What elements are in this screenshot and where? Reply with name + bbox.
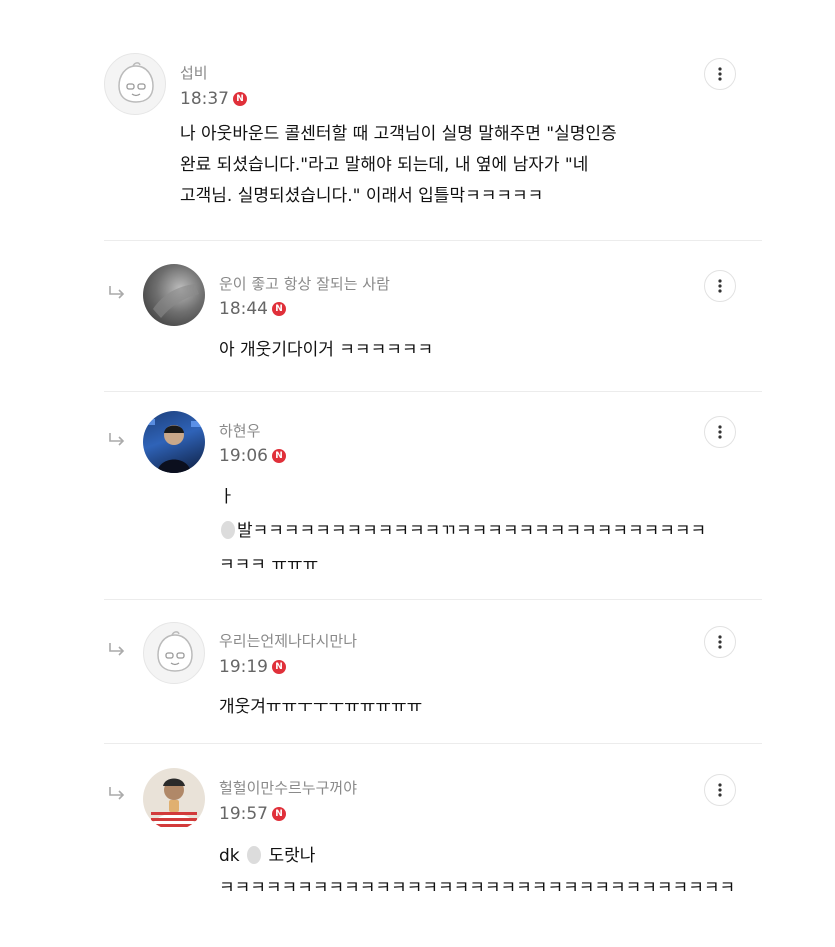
vertical-dots-icon xyxy=(718,635,722,649)
comment-text: dk 도랏나 ㅋㅋㅋㅋㅋㅋㅋㅋㅋㅋㅋㅋㅋㅋㅋㅋㅋㅋㅋㅋㅋㅋㅋㅋㅋㅋㅋㅋㅋㅋㅋㅋㅋ xyxy=(219,840,735,904)
vertical-dots-icon xyxy=(718,279,722,293)
avatar[interactable] xyxy=(104,53,166,115)
comment-time: 19:19 xyxy=(219,657,268,677)
comment-line: dk 도랏나 xyxy=(219,846,316,866)
photo-avatar-dark xyxy=(153,284,199,318)
comment-time: 19:06 xyxy=(219,446,268,466)
more-options-button[interactable] xyxy=(704,58,736,90)
avatar[interactable] xyxy=(143,411,205,473)
comment-meta: 19:06 N xyxy=(219,446,286,466)
new-badge: N xyxy=(272,807,286,821)
comment-text: 개웃겨ㅠㅠㅜㅜㅜㅠㅠㅠㅠㅠ xyxy=(219,692,422,723)
vertical-dots-icon xyxy=(718,67,722,81)
comment-line: ㅋㅋㅋㅋㅋㅋㅋㅋㅋㅋㅋㅋㅋㅋㅋㅋㅋㅋㅋㅋㅋㅋㅋㅋㅋㅋㅋㅋㅋㅋㅋㅋㅋ xyxy=(219,878,736,898)
comment-text: ㅏ 발ㅋㅋㅋㅋㅋㅋㅋㅋㅋㅋㅋㅋㄲㅋㅋㅋㅋㅋㅋㅋㅋㅋㅋㅋㅋㅋㅋㅋㅋ ㅋㅋㅋ ㅠㅠㅠ xyxy=(219,480,706,582)
comment-line: ㅋㅋㅋ ㅠㅠㅠ xyxy=(219,555,319,575)
reply-item: 헐헐이만수르누구꺼야 19:57 N dk 도랏나 ㅋㅋㅋㅋㅋㅋㅋㅋㅋㅋㅋㅋㅋㅋ… xyxy=(0,744,835,944)
comment-item: 섭비 18:37 N 나 아웃바운드 콜센터할 때 고객님이 실명 말해주면 "… xyxy=(0,0,835,240)
more-options-button[interactable] xyxy=(704,774,736,806)
comment-line: 발ㅋㅋㅋㅋㅋㅋㅋㅋㅋㅋㅋㅋㄲㅋㅋㅋㅋㅋㅋㅋㅋㅋㅋㅋㅋㅋㅋㅋㅋ xyxy=(219,514,706,548)
comment-author[interactable]: 하현우 xyxy=(219,420,260,441)
reply-arrow-icon xyxy=(109,433,125,446)
comment-author[interactable]: 헐헐이만수르누구꺼야 xyxy=(219,777,357,798)
comment-line: ㅏ xyxy=(219,487,235,507)
more-options-button[interactable] xyxy=(704,416,736,448)
comment-author[interactable]: 섭비 xyxy=(180,62,208,83)
comment-line: 개웃겨ㅠㅠㅜㅜㅜㅠㅠㅠㅠㅠ xyxy=(219,697,423,717)
reply-item: 운이 좋고 항상 잘되는 사람 18:44 N 아 개웃기다이거 ㅋㅋㅋㅋㅋㅋ xyxy=(0,241,835,391)
comment-text: 아 개웃기다이거 ㅋㅋㅋㅋㅋㅋ xyxy=(219,335,433,366)
avatar[interactable] xyxy=(143,264,205,326)
photo-avatar-blue xyxy=(145,419,203,473)
comment-meta: 19:19 N xyxy=(219,657,286,677)
new-badge: N xyxy=(233,92,247,106)
photo-avatar-striped xyxy=(151,778,197,830)
comment-author[interactable]: 운이 좋고 항상 잘되는 사람 xyxy=(219,273,390,294)
comment-time: 19:57 xyxy=(219,804,268,824)
reply-arrow-icon xyxy=(109,787,125,800)
blurred-text xyxy=(221,521,235,539)
mascot-avatar-icon xyxy=(157,631,193,672)
comment-time: 18:37 xyxy=(180,89,229,109)
new-badge: N xyxy=(272,660,286,674)
more-options-button[interactable] xyxy=(704,626,736,658)
comment-line: 아 개웃기다이거 ㅋㅋㅋㅋㅋㅋ xyxy=(219,340,434,360)
comment-line: 완료 되셨습니다."라고 말해야 되는데, 내 옆에 남자가 "네 xyxy=(180,155,589,175)
comment-author[interactable]: 우리는언제나다시만나 xyxy=(219,630,357,651)
comment-line: 나 아웃바운드 콜센터할 때 고객님이 실명 말해주면 "실명인증 xyxy=(180,124,617,144)
comment-meta: 19:57 N xyxy=(219,804,286,824)
more-options-button[interactable] xyxy=(704,270,736,302)
avatar[interactable] xyxy=(143,768,205,830)
vertical-dots-icon xyxy=(718,783,722,797)
reply-item: 하현우 19:06 N ㅏ 발ㅋㅋㅋㅋㅋㅋㅋㅋㅋㅋㅋㅋㄲㅋㅋㅋㅋㅋㅋㅋㅋㅋㅋㅋㅋ… xyxy=(0,392,835,599)
reply-item: 우리는언제나다시만나 19:19 N 개웃겨ㅠㅠㅜㅜㅜㅠㅠㅠㅠㅠ xyxy=(0,600,835,743)
comment-line: 고객님. 실명되셨습니다." 이래서 입틀막ㅋㅋㅋㅋㅋ xyxy=(180,186,544,206)
comment-time: 18:44 xyxy=(219,299,268,319)
avatar[interactable] xyxy=(143,622,205,684)
comment-meta: 18:37 N xyxy=(180,89,247,109)
blurred-text xyxy=(247,846,262,864)
mascot-avatar-icon xyxy=(118,62,154,103)
new-badge: N xyxy=(272,302,286,316)
reply-arrow-icon xyxy=(109,643,125,656)
new-badge: N xyxy=(272,449,286,463)
reply-arrow-icon xyxy=(109,286,125,299)
vertical-dots-icon xyxy=(718,425,722,439)
comment-text: 나 아웃바운드 콜센터할 때 고객님이 실명 말해주면 "실명인증 완료 되셨습… xyxy=(180,119,617,212)
comment-meta: 18:44 N xyxy=(219,299,286,319)
